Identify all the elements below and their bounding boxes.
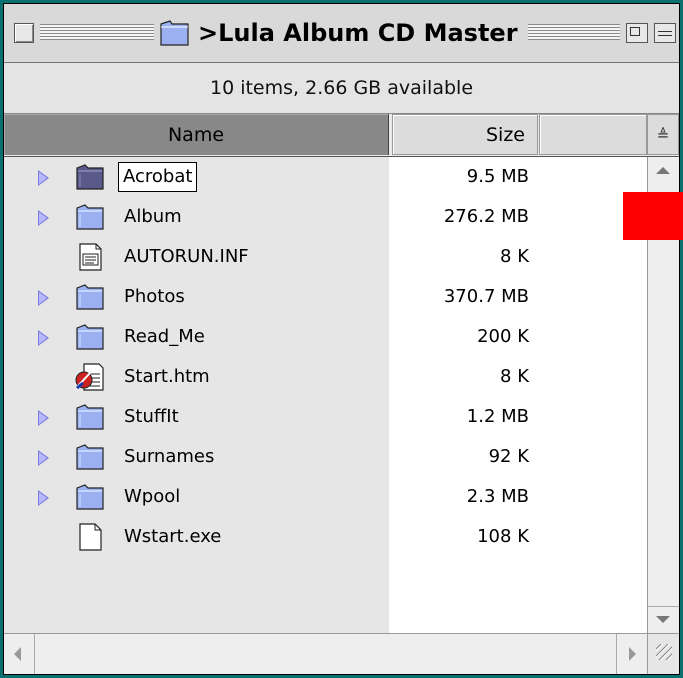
scroll-up-arrow-icon[interactable] bbox=[648, 157, 679, 183]
disclosure-triangle-icon[interactable] bbox=[38, 290, 49, 306]
file-name[interactable]: Acrobat bbox=[118, 162, 198, 192]
file-size: 108 K bbox=[477, 526, 529, 547]
resize-grow-box[interactable] bbox=[647, 633, 679, 674]
name-column-header[interactable]: Name bbox=[4, 114, 389, 155]
document-icon[interactable] bbox=[74, 521, 106, 553]
file-name: Start.htm bbox=[124, 366, 210, 387]
file-row[interactable]: Read_Me 200 K bbox=[4, 317, 647, 357]
scroll-right-arrow-icon[interactable] bbox=[616, 634, 647, 674]
document-icon[interactable] bbox=[74, 241, 106, 273]
file-size: 200 K bbox=[477, 326, 529, 347]
title-bar[interactable]: >Lula Album CD Master bbox=[4, 4, 679, 63]
disclosure-triangle-icon[interactable] bbox=[38, 330, 49, 346]
folder-icon[interactable] bbox=[74, 201, 106, 233]
folder-icon bbox=[160, 20, 189, 46]
file-size: 9.5 MB bbox=[466, 166, 529, 187]
column-header: Name Size ≜ bbox=[4, 114, 679, 157]
file-size: 370.7 MB bbox=[443, 286, 529, 307]
file-size: 8 K bbox=[500, 366, 529, 387]
folder-icon[interactable] bbox=[74, 281, 106, 313]
file-name: Photos bbox=[124, 286, 185, 307]
file-row[interactable]: StuffIt 1.2 MB bbox=[4, 397, 647, 437]
folder-icon[interactable] bbox=[74, 161, 106, 193]
file-row[interactable]: AUTORUN.INF 8 K bbox=[4, 237, 647, 277]
file-row[interactable]: Acrobat 9.5 MB bbox=[4, 157, 647, 197]
window-title-text: >Lula Album CD Master bbox=[198, 19, 518, 47]
size-column-header[interactable]: Size bbox=[392, 114, 538, 155]
file-name: Wpool bbox=[124, 486, 181, 507]
file-name: Wstart.exe bbox=[124, 526, 222, 547]
finder-window: >Lula Album CD Master 10 items, 2.66 GB … bbox=[3, 3, 680, 675]
file-name: StuffIt bbox=[124, 406, 179, 427]
scroll-left-arrow-icon[interactable] bbox=[4, 634, 35, 674]
file-name: Read_Me bbox=[124, 326, 205, 347]
html-document-icon[interactable] bbox=[74, 361, 106, 393]
extra-column-header[interactable] bbox=[539, 114, 647, 155]
file-size: 92 K bbox=[488, 446, 529, 467]
sort-direction-button[interactable]: ≜ bbox=[647, 114, 679, 155]
zoom-box[interactable] bbox=[626, 23, 648, 43]
close-box[interactable] bbox=[14, 23, 34, 43]
file-row[interactable]: Wpool 2.3 MB bbox=[4, 477, 647, 517]
window-title[interactable]: >Lula Album CD Master bbox=[154, 14, 528, 52]
folder-icon[interactable] bbox=[74, 321, 106, 353]
file-size: 8 K bbox=[500, 246, 529, 267]
file-name: AUTORUN.INF bbox=[124, 246, 249, 267]
disclosure-triangle-icon[interactable] bbox=[38, 450, 49, 466]
disclosure-triangle-icon[interactable] bbox=[38, 410, 49, 426]
folder-icon[interactable] bbox=[74, 441, 106, 473]
file-row[interactable]: Photos 370.7 MB bbox=[4, 277, 647, 317]
file-row[interactable]: Album 276.2 MB bbox=[4, 197, 647, 237]
file-size: 276.2 MB bbox=[443, 206, 529, 227]
file-row[interactable]: Wstart.exe 108 K bbox=[4, 517, 647, 557]
disclosure-triangle-icon[interactable] bbox=[38, 170, 49, 186]
file-row[interactable]: Start.htm 8 K bbox=[4, 357, 647, 397]
file-size: 1.2 MB bbox=[466, 406, 529, 427]
collapse-box[interactable] bbox=[654, 23, 676, 43]
horizontal-scrollbar[interactable] bbox=[4, 633, 647, 674]
highlight-marker bbox=[623, 192, 683, 240]
file-name: Surnames bbox=[124, 446, 215, 467]
disclosure-triangle-icon[interactable] bbox=[38, 490, 49, 506]
info-bar: 10 items, 2.66 GB available bbox=[4, 63, 679, 114]
folder-icon[interactable] bbox=[74, 401, 106, 433]
file-list: Acrobat 9.5 MB Album 276.2 MB AUTORUN.INF 8 K… bbox=[4, 157, 647, 633]
disclosure-triangle-icon[interactable] bbox=[38, 210, 49, 226]
file-row[interactable]: Surnames 92 K bbox=[4, 437, 647, 477]
scroll-down-arrow-icon[interactable] bbox=[648, 606, 679, 633]
folder-icon[interactable] bbox=[74, 481, 106, 513]
file-name: Album bbox=[124, 206, 182, 227]
file-size: 2.3 MB bbox=[466, 486, 529, 507]
